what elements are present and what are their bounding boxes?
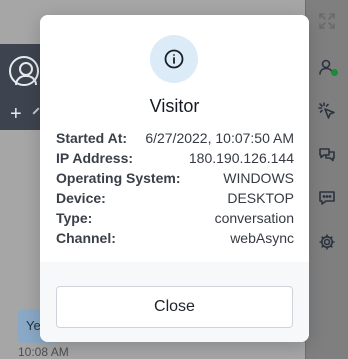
visitor-details: Started At: 6/27/2022, 10:07:50 AM IP Ad… [56,128,294,248]
cursor-click-icon[interactable] [318,102,336,120]
info-icon-badge [150,35,198,83]
detail-value: webAsync [230,230,294,246]
detail-value: DESKTOP [227,190,294,206]
close-button[interactable]: Close [56,286,293,328]
chat-message-text: Ye [26,318,41,333]
detail-row-started-at: Started At: 6/27/2022, 10:07:50 AM [56,128,294,148]
detail-value: 180.190.126.144 [188,150,294,166]
detail-value: 6/27/2022, 10:07:50 AM [145,130,294,146]
user-online-icon[interactable] [318,58,338,76]
message-icon[interactable] [318,189,336,207]
detail-label: Operating System: [56,170,181,186]
detail-row-ip-address: IP Address: 180.190.126.144 [56,148,294,168]
avatar [9,56,39,86]
detail-row-device: Device: DESKTOP [56,188,294,208]
gear-icon[interactable] [318,233,336,251]
dialog-body: Visitor Started At: 6/27/2022, 10:07:50 … [40,15,309,262]
detail-label: Started At: [56,130,128,146]
detail-value: conversation [214,210,294,226]
plus-icon[interactable]: + [10,104,22,124]
detail-label: IP Address: [56,150,134,166]
info-icon [163,48,185,70]
detail-label: Device: [56,190,106,206]
expand-icon[interactable] [318,12,336,30]
visitor-dialog: Visitor Started At: 6/27/2022, 10:07:50 … [40,15,309,342]
detail-row-type: Type: conversation [56,208,294,228]
detail-value: WINDOWS [223,170,294,186]
chats-icon[interactable] [318,146,336,164]
right-rail [305,0,348,359]
detail-row-channel: Channel: webAsync [56,228,294,248]
detail-row-operating-system: Operating System: WINDOWS [56,168,294,188]
online-status-dot [331,69,338,76]
dialog-title: Visitor [149,96,200,116]
detail-label: Type: [56,210,93,226]
detail-label: Channel: [56,230,116,246]
chat-message-time: 10:08 AM [18,345,69,359]
